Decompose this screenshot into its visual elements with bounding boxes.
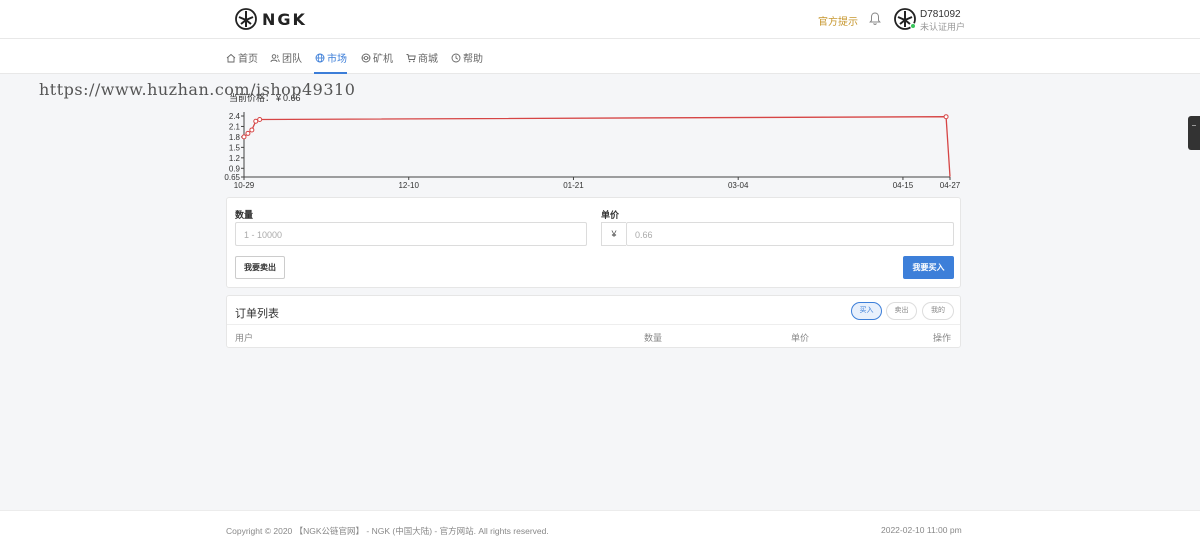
x-tick-label: 01-21 <box>563 181 584 190</box>
nav-item-label: 市场 <box>327 54 347 65</box>
y-tick-label: 2.1 <box>229 122 241 131</box>
y-tick-label: 1.8 <box>229 133 241 142</box>
price-data-point <box>241 134 247 140</box>
nav-item-label: 矿机 <box>373 54 393 65</box>
divider <box>227 324 960 325</box>
miner-icon <box>361 53 371 62</box>
column-header-quantity: 数量 <box>644 333 663 343</box>
column-header-user: 用户 <box>235 333 254 343</box>
price-data-point <box>249 127 255 133</box>
nav-item-team[interactable]: 团队 <box>270 50 302 65</box>
logo[interactable]: NGK <box>235 8 307 30</box>
footer-timestamp: 2022-02-10 11:00 pm <box>881 525 962 535</box>
user-id[interactable]: D781092 <box>920 9 961 20</box>
globe-icon <box>315 53 325 62</box>
active-tab-indicator <box>314 72 347 74</box>
filter-sell-tab[interactable]: 卖出 <box>886 302 917 320</box>
price-series-line <box>243 116 951 177</box>
nav-item-label: 团队 <box>282 54 302 65</box>
help-icon <box>451 53 461 62</box>
footer: Copyright © 2020 【NGK公链官网】 - NGK (中国大陆) … <box>0 510 1200 544</box>
nav-item-label: 首页 <box>238 54 258 65</box>
y-tick-label: 0.9 <box>229 164 241 173</box>
price-data-point <box>257 116 263 122</box>
sell-button[interactable]: 我要卖出 <box>235 256 285 279</box>
unit-price-label: 单价 <box>601 210 620 220</box>
x-tick-label: 12-10 <box>398 181 419 190</box>
price-data-point <box>253 118 259 124</box>
quantity-label: 数量 <box>235 210 254 220</box>
column-header-action: 操作 <box>933 333 952 343</box>
nav-item-help[interactable]: 帮助 <box>451 50 483 65</box>
currency-symbol: ¥ <box>601 222 626 246</box>
quantity-input[interactable]: 1 - 10000 <box>235 222 587 246</box>
orders-title: 订单列表 <box>235 308 279 320</box>
nav-item-miner[interactable]: 矿机 <box>361 50 393 65</box>
watermark-url: https://www.huzhan.com/ishop49310 <box>39 80 356 99</box>
nav-item-market[interactable]: 市场 <box>315 50 347 65</box>
nav-item-label: 商城 <box>418 54 438 65</box>
nav-item-label: 帮助 <box>463 54 483 65</box>
cart-icon <box>406 53 416 62</box>
y-tick-label: 1.2 <box>229 154 241 163</box>
x-tick-label: 03-04 <box>728 181 749 190</box>
logo-text: NGK <box>262 9 307 29</box>
x-tick-label: 10-29 <box>234 181 255 190</box>
buy-button[interactable]: 我要买入 <box>903 256 954 279</box>
official-notice-link[interactable]: 官方提示 <box>818 13 858 28</box>
nav-item-mall[interactable]: 商城 <box>406 50 438 65</box>
column-header-unit-price: 单价 <box>791 333 810 343</box>
main-nav: 首页 团队 市场 矿机 商城 帮助 <box>0 39 1200 74</box>
trade-form: 数量 1 - 10000 单价 ¥ 0.66 我要卖出 我要买入 <box>226 197 961 288</box>
users-icon <box>270 53 280 62</box>
filter-buy-tab[interactable]: 买入 <box>851 302 882 320</box>
user-verification-status: 未认证用户 <box>920 22 966 32</box>
online-status-dot <box>910 23 916 29</box>
y-tick-label: 2.4 <box>229 112 241 121</box>
x-tick-label: 04-15 <box>893 181 914 190</box>
bell-icon[interactable] <box>869 12 881 25</box>
price-data-point <box>943 114 949 120</box>
home-icon <box>226 53 236 62</box>
side-drawer-handle[interactable] <box>1188 116 1200 150</box>
nav-item-home[interactable]: 首页 <box>226 50 258 65</box>
y-tick-label: 1.5 <box>229 143 241 152</box>
top-bar: NGK 官方提示 D781092 未认证用户 <box>0 0 1200 39</box>
price-chart: 2.42.11.81.51.20.90.6510-29 12-10 01-21 03-… <box>224 112 961 190</box>
filter-mine-tab[interactable]: 我的 <box>922 302 954 320</box>
price-data-point <box>245 130 251 136</box>
unit-price-input[interactable]: 0.66 <box>626 222 954 246</box>
copyright-text: Copyright © 2020 【NGK公链官网】 - NGK (中国大陆) … <box>226 526 549 536</box>
ngk-logo-icon <box>235 8 257 30</box>
x-tick-label: 04-27 <box>940 181 961 190</box>
orders-panel: 订单列表 买入 卖出 我的 用户 数量 单价 操作 <box>226 295 961 348</box>
